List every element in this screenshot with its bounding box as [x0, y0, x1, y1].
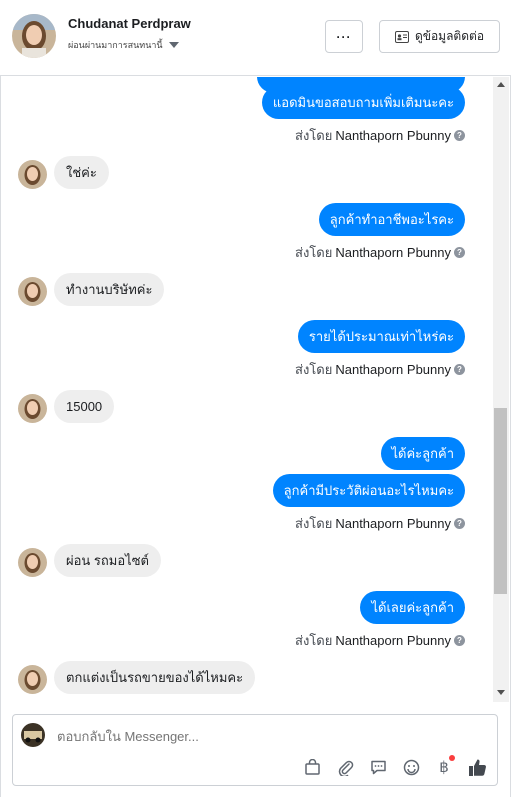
sent-by-prefix: ส่งโดย — [295, 128, 333, 143]
message-incoming: 15000 — [54, 390, 115, 423]
chevron-down-icon — [168, 42, 179, 48]
help-icon[interactable]: ? — [454, 247, 465, 258]
scroll-up-icon[interactable] — [497, 82, 505, 87]
sent-by-prefix: ส่งโดย — [295, 633, 333, 648]
sent-by-info: ส่งโดย Nanthaporn Pbunny ? — [295, 242, 465, 263]
message-outgoing: ได้เลยค่ะลูกค้า — [360, 591, 465, 624]
emoji-icon[interactable] — [401, 757, 421, 777]
message-outgoing: ลูกค้าทำอาชีพอะไรคะ — [318, 203, 465, 236]
avatar[interactable] — [18, 160, 47, 189]
message-outgoing: ได้ค่ะลูกค้า — [380, 437, 465, 470]
like-icon[interactable] — [467, 757, 487, 777]
help-icon[interactable]: ? — [454, 518, 465, 529]
more-options-button[interactable]: ··· — [325, 20, 363, 53]
sent-by-prefix: ส่งโดย — [295, 362, 333, 377]
message-outgoing: รายได้ประมาณเท่าไหร่คะ — [297, 320, 465, 353]
bag-icon[interactable] — [302, 757, 322, 777]
sent-by-prefix: ส่งโดย — [295, 245, 333, 260]
message-outgoing: แอดมินขอสอบถามเพิ่มเติมนะคะ — [261, 86, 465, 119]
scrollbar-track[interactable] — [493, 77, 509, 702]
avatar[interactable] — [18, 665, 47, 694]
scrollbar-thumb[interactable] — [494, 408, 507, 594]
sent-by-prefix: ส่งโดย — [295, 516, 333, 531]
help-icon[interactable]: ? — [454, 364, 465, 375]
avatar[interactable] — [18, 277, 47, 306]
sender-name[interactable]: Nanthaporn Pbunny — [335, 245, 451, 260]
message-outgoing: ลูกค้ามีประวัติผ่อนอะไรไหมคะ — [272, 474, 465, 507]
view-contact-button[interactable]: ดูข้อมูลติดต่อ — [379, 20, 500, 53]
scroll-down-icon[interactable] — [497, 690, 505, 695]
sent-by-info: ส่งโดย Nanthaporn Pbunny ? — [295, 513, 465, 534]
reply-input[interactable] — [57, 729, 457, 744]
conversation-status[interactable]: ผ่อนผ่านมาการสนทนานี้ — [68, 38, 179, 52]
avatar[interactable] — [18, 548, 47, 577]
message-list: แอดมินขอสอบถามเพิ่มเติมนะคะ ส่งโดย Nanth… — [0, 77, 511, 702]
page-avatar — [21, 723, 45, 747]
sender-name[interactable]: Nanthaporn Pbunny — [335, 128, 451, 143]
message-incoming: ตกแต่งเป็นรถขายของได้ไหมคะ — [54, 661, 256, 694]
composer-toolbar: ฿ — [302, 755, 487, 777]
sent-by-info: ส่งโดย Nanthaporn Pbunny ? — [295, 125, 465, 146]
payment-icon[interactable]: ฿ — [434, 755, 455, 777]
help-icon[interactable]: ? — [454, 635, 465, 646]
conversation-status-label: ผ่อนผ่านมาการสนทนานี้ — [68, 40, 163, 50]
sent-by-info: ส่งโดย Nanthaporn Pbunny ? — [295, 359, 465, 380]
message-incoming: ทำงานบริษัทค่ะ — [54, 273, 165, 306]
sender-name[interactable]: Nanthaporn Pbunny — [335, 633, 451, 648]
contact-name[interactable]: Chudanat Perdpraw — [68, 16, 191, 31]
sender-name[interactable]: Nanthaporn Pbunny — [335, 362, 451, 377]
conversation-header: Chudanat Perdpraw ผ่อนผ่านมาการสนทนานี้ … — [0, 0, 511, 76]
avatar[interactable] — [18, 394, 47, 423]
notification-dot — [449, 755, 455, 761]
contact-avatar[interactable] — [12, 14, 56, 58]
message-incoming: ผ่อน รถมอไซต์ — [54, 544, 161, 577]
sender-name[interactable]: Nanthaporn Pbunny — [335, 516, 451, 531]
attachment-icon[interactable] — [335, 757, 355, 777]
sent-by-info: ส่งโดย Nanthaporn Pbunny ? — [295, 630, 465, 651]
saved-replies-icon[interactable] — [368, 757, 388, 777]
view-contact-label: ดูข้อมูลติดต่อ — [414, 29, 485, 43]
message-incoming: ใช่ค่ะ — [54, 156, 109, 189]
reply-composer: ฿ — [12, 714, 498, 786]
contact-card-icon — [394, 30, 409, 43]
help-icon[interactable]: ? — [454, 130, 465, 141]
